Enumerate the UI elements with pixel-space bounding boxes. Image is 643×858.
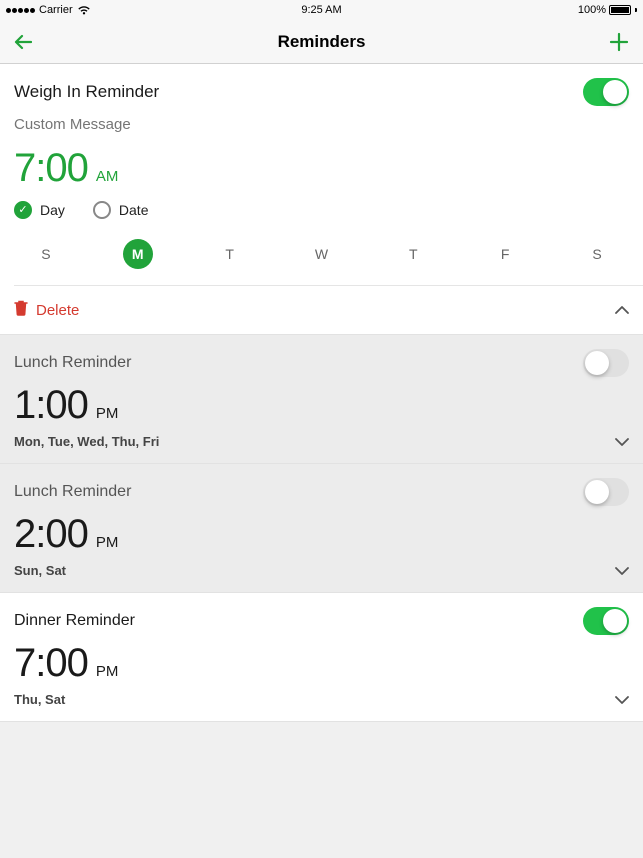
time-value: 2:00 bbox=[14, 512, 88, 557]
back-button[interactable] bbox=[14, 33, 32, 51]
reminder-toggle[interactable] bbox=[583, 478, 629, 506]
time-ampm: PM bbox=[96, 663, 119, 680]
time-value: 7:00 bbox=[14, 146, 88, 191]
nav-bar: Reminders bbox=[0, 20, 643, 64]
signal-strength-icon bbox=[6, 8, 35, 13]
reminder-title: Weigh In Reminder bbox=[14, 82, 159, 102]
delete-button[interactable]: Delete bbox=[14, 300, 79, 320]
custom-message-input[interactable] bbox=[14, 116, 629, 133]
reminder-collapsed[interactable]: Lunch Reminder 1:00 PM Mon, Tue, Wed, Th… bbox=[0, 335, 643, 464]
weekday-tue[interactable]: T bbox=[215, 239, 245, 269]
battery-icon bbox=[609, 5, 631, 15]
page-title: Reminders bbox=[278, 32, 366, 52]
chevron-down-icon bbox=[615, 567, 629, 575]
time-ampm: PM bbox=[96, 534, 119, 551]
clock-label: 9:25 AM bbox=[301, 4, 341, 16]
status-bar: Carrier 9:25 AM 100% bbox=[0, 0, 643, 20]
reminder-collapsed[interactable]: Lunch Reminder 2:00 PM Sun, Sat bbox=[0, 464, 643, 593]
battery-percent-label: 100% bbox=[578, 4, 606, 16]
time-value: 7:00 bbox=[14, 641, 88, 686]
chevron-down-icon bbox=[615, 438, 629, 446]
weekday-fri[interactable]: F bbox=[490, 239, 520, 269]
reminder-toggle[interactable] bbox=[583, 78, 629, 106]
reminder-collapsed[interactable]: Dinner Reminder 7:00 PM Thu, Sat bbox=[0, 593, 643, 722]
delete-label: Delete bbox=[36, 302, 79, 319]
trash-icon bbox=[14, 300, 28, 320]
weekday-thu[interactable]: T bbox=[398, 239, 428, 269]
radio-checked-icon: ✓ bbox=[14, 201, 32, 219]
time-value: 1:00 bbox=[14, 383, 88, 428]
weekday-sun[interactable]: S bbox=[31, 239, 61, 269]
reminder-title: Lunch Reminder bbox=[14, 354, 131, 372]
reminder-title: Lunch Reminder bbox=[14, 483, 131, 501]
weekday-wed[interactable]: W bbox=[306, 239, 336, 269]
carrier-label: Carrier bbox=[39, 4, 73, 16]
add-button[interactable] bbox=[609, 32, 629, 52]
radio-date[interactable]: Date bbox=[93, 201, 149, 219]
weekday-mon[interactable]: M bbox=[123, 239, 153, 269]
radio-day[interactable]: ✓ Day bbox=[14, 201, 65, 219]
radio-unchecked-icon bbox=[93, 201, 111, 219]
days-summary: Thu, Sat bbox=[14, 692, 65, 707]
weekday-sat[interactable]: S bbox=[582, 239, 612, 269]
reminder-toggle[interactable] bbox=[583, 607, 629, 635]
reminder-toggle[interactable] bbox=[583, 349, 629, 377]
weekday-selector: S M T W T F S bbox=[0, 231, 643, 285]
time-ampm: PM bbox=[96, 405, 119, 422]
radio-date-label: Date bbox=[119, 202, 149, 218]
chevron-down-icon bbox=[615, 696, 629, 704]
days-summary: Mon, Tue, Wed, Thu, Fri bbox=[14, 434, 159, 449]
reminder-title: Dinner Reminder bbox=[14, 612, 135, 630]
time-picker[interactable]: 7:00 AM bbox=[0, 144, 643, 201]
days-summary: Sun, Sat bbox=[14, 563, 66, 578]
wifi-icon bbox=[77, 5, 91, 15]
chevron-up-icon[interactable] bbox=[615, 306, 629, 314]
radio-day-label: Day bbox=[40, 202, 65, 218]
time-ampm: AM bbox=[96, 168, 119, 185]
reminder-expanded: Weigh In Reminder 7:00 AM ✓ Day Date S M… bbox=[0, 64, 643, 335]
